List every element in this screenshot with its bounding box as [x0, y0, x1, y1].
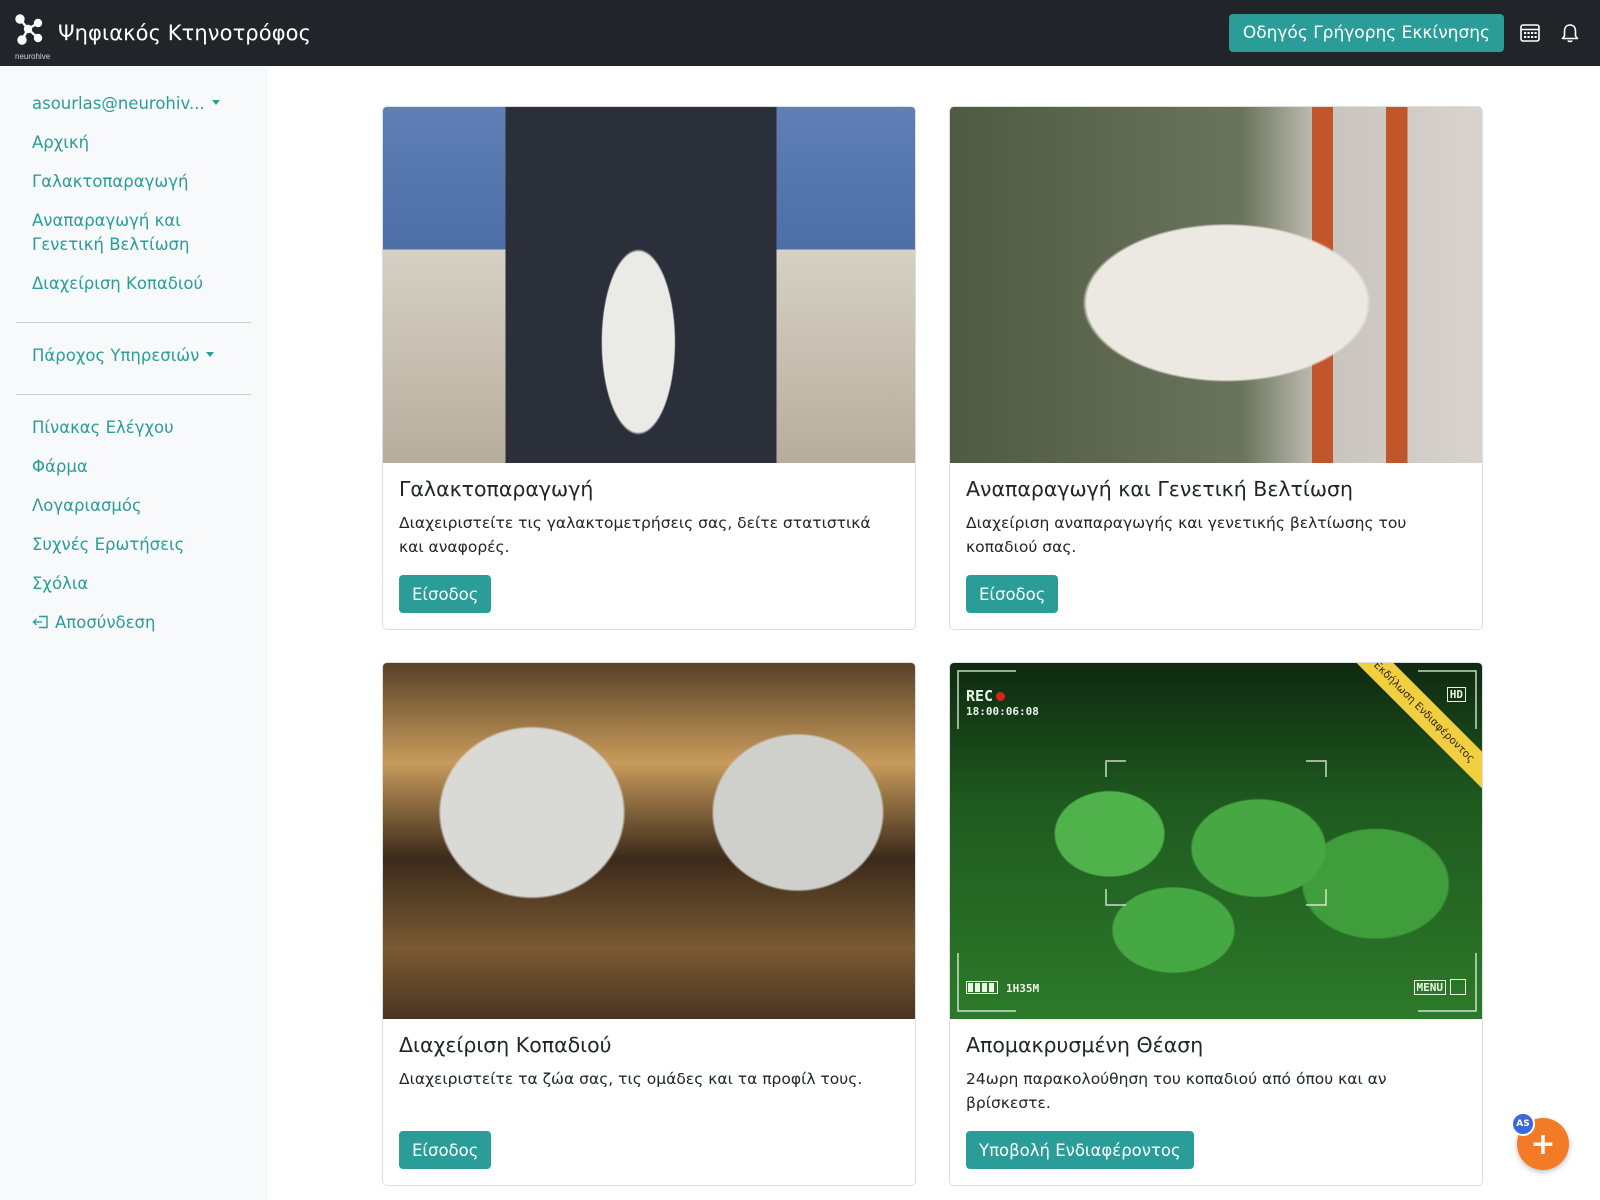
app-title: Ψηφιακός Κτηνοτρόφος [58, 21, 312, 45]
card-title: Διαχείριση Κοπαδιού [399, 1033, 612, 1057]
sidebar-item-reproduction-genetics[interactable]: Αναπαραγωγή και Γενετική Βελτίωση [32, 209, 192, 257]
card-title: Αναπαραγωγή και Γενετική Βελτίωση [966, 477, 1353, 501]
card-text: Διαχειριστείτε τα ζώα σας, τις ομάδες κα… [399, 1070, 863, 1088]
card-title: Απομακρυσμένη Θέαση [966, 1033, 1204, 1057]
card-image-sheep-feeding [383, 663, 915, 1019]
quickstart-guide-button[interactable]: Οδηγός Γρήγορης Εκκίνησης [1228, 14, 1504, 52]
calendar-icon[interactable] [1514, 17, 1546, 49]
camera-frame-corners [957, 670, 1477, 1012]
card-title: Γαλακτοπαραγωγή [399, 477, 594, 501]
sidebar-item-faq[interactable]: Συχνές Ερωτήσεις [32, 533, 184, 557]
sidebar-item-account[interactable]: Λογαριασμός [32, 494, 142, 518]
sidebar-divider [16, 322, 251, 323]
brand[interactable]: neurohive Ψηφιακός Κτηνοτρόφος [14, 11, 312, 61]
sidebar-item-dashboard[interactable]: Πίνακας Ελέγχου [32, 416, 174, 440]
enter-button[interactable]: Είσοδος [399, 575, 492, 613]
card-reproduction-genetics: Αναπαραγωγή και Γενετική Βελτίωση Διαχεί… [949, 106, 1483, 630]
sidebar-item-feedback[interactable]: Σχόλια [32, 572, 88, 596]
neurohive-logo-icon: neurohive [14, 11, 50, 61]
card-image-milk-bottle [383, 107, 915, 463]
service-provider-dropdown[interactable]: Πάροχος Υπηρεσιών [32, 344, 215, 368]
sidebar-item-herd-management[interactable]: Διαχείριση Κοπαδιού [32, 272, 203, 296]
card-remote-viewing: REC 18:00:06:08 HD 1H35M MENU Εκδήλωση Ε… [949, 662, 1483, 1186]
user-email: asourlas@neurohiv... [32, 94, 205, 113]
submit-interest-button[interactable]: Υποβολή Ενδιαφέροντος [966, 1131, 1194, 1169]
bell-icon[interactable] [1554, 17, 1586, 49]
card-milk-production: Γαλακτοπαραγωγή Διαχειριστείτε τις γαλακ… [382, 106, 916, 630]
card-image-goat-kid [950, 107, 1482, 463]
card-image-night-vision-camera: REC 18:00:06:08 HD 1H35M MENU Εκδήλωση Ε… [950, 663, 1482, 1019]
plus-icon: + [1530, 1126, 1556, 1162]
card-text: 24ωρη παρακολούθηση του κοπαδιού από όπο… [966, 1070, 1387, 1112]
caret-down-icon [206, 352, 215, 357]
caret-down-icon [211, 100, 220, 105]
card-text: Διαχείριση αναπαραγωγής και γενετικής βε… [966, 514, 1407, 556]
sidebar-item-milk-production[interactable]: Γαλακτοπαραγωγή [32, 170, 188, 194]
enter-button[interactable]: Είσοδος [399, 1131, 492, 1169]
logout-icon [32, 612, 49, 636]
card-herd-management: Διαχείριση Κοπαδιού Διαχειριστείτε τα ζώ… [382, 662, 916, 1186]
sidebar: asourlas@neurohiv... Αρχική Γαλακτοπαραγ… [0, 66, 268, 1200]
logout-link[interactable]: Αποσύνδεση [32, 611, 155, 636]
sidebar-item-home[interactable]: Αρχική [32, 131, 89, 155]
enter-button[interactable]: Είσοδος [966, 575, 1059, 613]
card-text: Διαχειριστείτε τις γαλακτομετρήσεις σας,… [399, 514, 871, 556]
sidebar-item-farm[interactable]: Φάρμα [32, 455, 88, 479]
user-menu-dropdown[interactable]: asourlas@neurohiv... [32, 92, 220, 116]
logout-label: Αποσύνδεση [55, 613, 156, 632]
sidebar-divider [16, 394, 251, 395]
service-provider-label: Πάροχος Υπηρεσιών [32, 346, 200, 365]
top-navbar: neurohive Ψηφιακός Κτηνοτρόφος Οδηγός Γρ… [0, 0, 1600, 66]
user-avatar-badge[interactable]: AS [1511, 1112, 1535, 1136]
logo-text: neurohive [15, 52, 51, 61]
